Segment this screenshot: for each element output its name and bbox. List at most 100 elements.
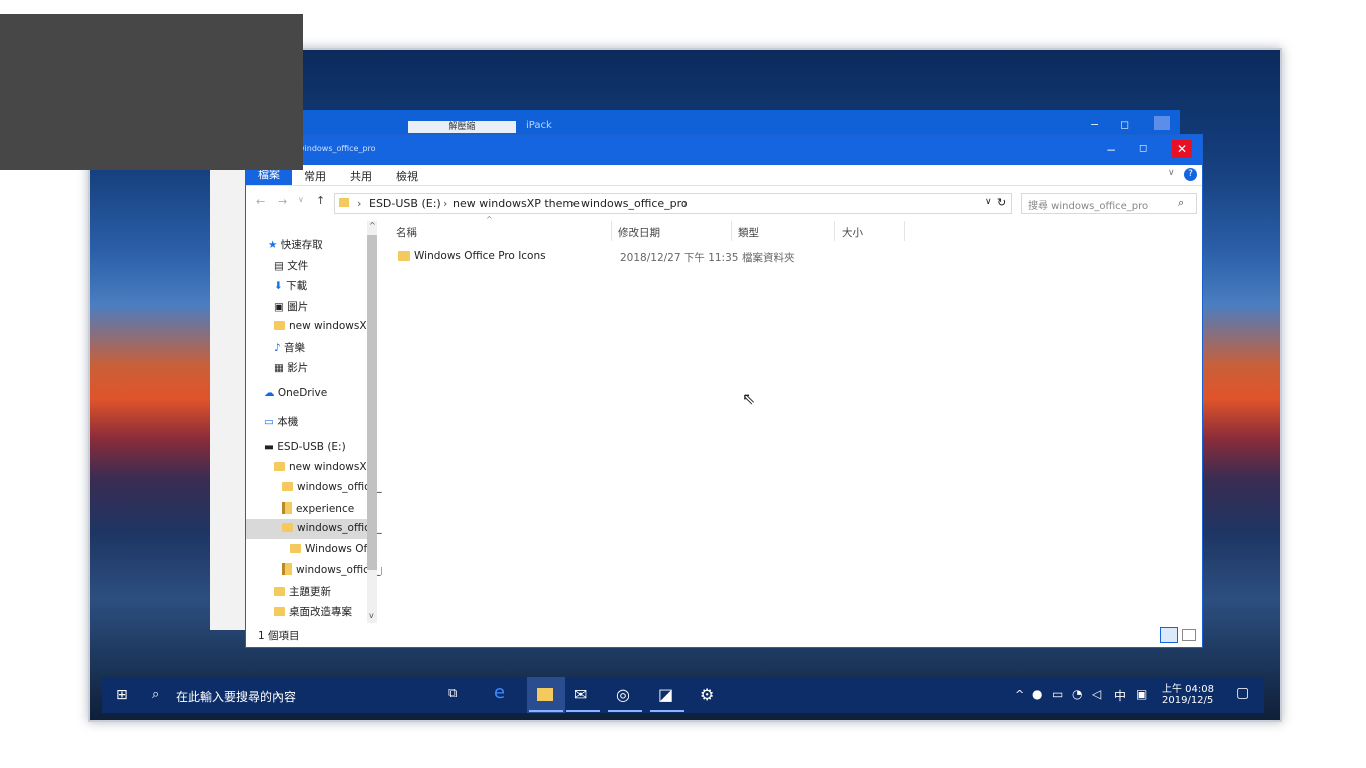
search-icon[interactable]: ⌕ [152, 687, 159, 702]
close-icon[interactable]: ✕ [1172, 140, 1192, 158]
column-header-modified[interactable]: 修改日期 [618, 225, 660, 240]
recent-chevron-icon[interactable]: ∨ [298, 195, 304, 204]
up-arrow-icon[interactable]: ↑ [316, 194, 325, 207]
mouse-cursor-icon: ⇖ [742, 389, 756, 408]
navigation-pane: ★ 快速存取 ▤ 文件 ⬇ 下載 ▣ 圖片 new windowsXP them… [246, 219, 382, 623]
nav-item-music[interactable]: ♪ 音樂 [274, 340, 374, 355]
nav-item-desktop-project[interactable]: 桌面改造專案 [274, 604, 374, 619]
forward-arrow-icon[interactable]: → [278, 195, 287, 208]
minimize-icon[interactable]: − [1090, 118, 1099, 131]
sort-up-icon: ^ [486, 215, 493, 224]
tab-home[interactable]: 常用 [304, 168, 326, 184]
scroll-down-icon[interactable]: v [369, 611, 374, 620]
windows-start-icon[interactable]: ⊞ [116, 687, 128, 703]
refresh-icon[interactable]: ↻ [997, 196, 1006, 209]
search-icon[interactable]: ⌕ [1178, 196, 1184, 210]
folder-icon [274, 587, 285, 596]
nav-item-quick-access[interactable]: ★ 快速存取 [268, 237, 368, 252]
column-header-size[interactable]: 大小 [842, 225, 863, 240]
column-divider[interactable] [611, 221, 612, 241]
breadcrumb-item[interactable]: ESD-USB (E:) [369, 197, 441, 210]
gear-icon[interactable]: ⚙ [700, 685, 714, 704]
back-window-titlebar[interactable]: 解壓縮 iPack − ◻ [210, 110, 1180, 134]
maximize-icon[interactable]: ◻ [1139, 143, 1147, 154]
mail-icon[interactable]: ✉ [574, 685, 587, 704]
search-box[interactable]: 搜尋 windows_office_pro ⌕ [1021, 193, 1197, 214]
breadcrumb-separator: › [571, 197, 576, 210]
input-method-icon[interactable]: ▣ [1136, 687, 1147, 701]
help-icon[interactable]: ? [1184, 168, 1197, 181]
folder-icon [282, 523, 293, 532]
active-indicator [529, 710, 563, 712]
address-bar[interactable]: › ESD-USB (E:) › new windowsXP theme › w… [334, 193, 1012, 214]
scroll-up-icon[interactable]: ^ [369, 221, 376, 230]
tab-view[interactable]: 檢視 [396, 168, 418, 184]
explorer-window[interactable]: windows_office_pro − ◻ ✕ 檔案 常用 共用 檢視 ∨ ?… [245, 134, 1203, 648]
folder-icon [290, 544, 301, 553]
folder-icon [274, 607, 285, 616]
window-title: windows_office_pro [298, 144, 376, 153]
edge-icon[interactable]: e [494, 682, 505, 703]
search-input[interactable]: 搜尋 windows_office_pro [1028, 197, 1148, 212]
taskbar-search-input[interactable]: 在此輸入要搜尋的內容 [176, 688, 296, 705]
maximize-icon[interactable]: ◻ [1120, 118, 1129, 131]
tab-share[interactable]: 共用 [350, 168, 372, 184]
address-dropdown-icon[interactable]: ∨ [985, 197, 992, 207]
close-icon[interactable] [1154, 116, 1170, 130]
file-modified: 2018/12/27 下午 11:35 [620, 252, 739, 264]
active-indicator [650, 710, 684, 712]
nav-item-this-pc[interactable]: ▭ 本機 [264, 414, 364, 429]
pictures-icon: ▣ [274, 301, 284, 313]
battery-icon[interactable]: ▭ [1052, 687, 1063, 701]
column-divider[interactable] [834, 221, 835, 241]
column-header-name[interactable]: 名稱 [396, 225, 417, 240]
notes-icon[interactable]: ◪ [658, 685, 673, 704]
ime-indicator[interactable]: 中 [1114, 687, 1126, 704]
media-icon[interactable]: ◎ [616, 685, 630, 704]
folder-icon [398, 251, 410, 261]
video-icon: ▦ [274, 362, 284, 374]
nav-item-onedrive[interactable]: ☁ OneDrive [264, 387, 364, 399]
large-icons-view-icon[interactable] [1182, 629, 1196, 641]
music-icon: ♪ [274, 342, 281, 354]
nav-item-new-windowsxp-theme-usb[interactable]: new windowsXP theme [274, 461, 374, 473]
nav-item-videos[interactable]: ▦ 影片 [274, 360, 374, 375]
microphone-icon[interactable]: ● [1032, 687, 1042, 701]
folder-icon [282, 482, 293, 491]
wifi-icon[interactable]: ◔ [1072, 687, 1082, 701]
star-icon: ★ [268, 239, 278, 251]
unzip-label[interactable]: 解壓縮 [408, 121, 516, 133]
active-indicator [608, 710, 642, 712]
status-item-count: 1 個項目 [258, 630, 300, 642]
clock-time[interactable]: 上午 04:08 [1162, 680, 1214, 695]
breadcrumb-item[interactable]: new windowsXP theme [453, 197, 580, 210]
nav-item-theme-updates[interactable]: 主題更新 [274, 584, 374, 599]
nav-item-windows-office-pro-icons[interactable]: Windows Office Pro Icons [290, 543, 374, 555]
breadcrumb-item[interactable]: windows_office_pro [581, 197, 688, 210]
minimize-icon[interactable]: − [1106, 143, 1116, 157]
nav-item-esd-usb[interactable]: ▬ ESD-USB (E:) [264, 441, 364, 453]
volume-icon[interactable]: ◁ [1092, 687, 1101, 701]
nav-item-documents[interactable]: ▤ 文件 [274, 258, 374, 273]
nav-scrollbar-thumb[interactable] [367, 235, 377, 570]
folder-icon [274, 462, 285, 471]
column-divider[interactable] [731, 221, 732, 241]
nav-item-pictures[interactable]: ▣ 圖片 [274, 299, 374, 314]
column-header-type[interactable]: 類型 [738, 225, 759, 240]
address-row: ← → ∨ ↑ › ESD-USB (E:) › new windowsXP t… [246, 191, 1202, 215]
column-divider[interactable] [904, 221, 905, 241]
nav-item-downloads[interactable]: ⬇ 下載 [274, 278, 374, 293]
active-indicator [566, 710, 600, 712]
file-explorer-icon[interactable] [537, 688, 553, 701]
details-view-icon[interactable] [1160, 627, 1178, 643]
chevron-down-icon[interactable]: ∨ [1168, 168, 1175, 178]
clock-date[interactable]: 2019/12/5 [1162, 695, 1213, 706]
table-row[interactable]: Windows Office Pro Icons 2018/12/27 下午 1… [394, 247, 914, 265]
back-arrow-icon[interactable]: ← [256, 195, 265, 208]
nav-item-new-windowsxp-theme[interactable]: new windowsXP theme [274, 320, 374, 332]
notification-icon[interactable]: ▢ [1236, 685, 1249, 701]
folder-icon [274, 321, 285, 330]
titlebar[interactable]: windows_office_pro − ◻ ✕ [246, 135, 1202, 165]
chevron-up-icon[interactable]: ^ [1015, 688, 1024, 701]
task-view-icon[interactable]: ⧉ [448, 686, 457, 701]
